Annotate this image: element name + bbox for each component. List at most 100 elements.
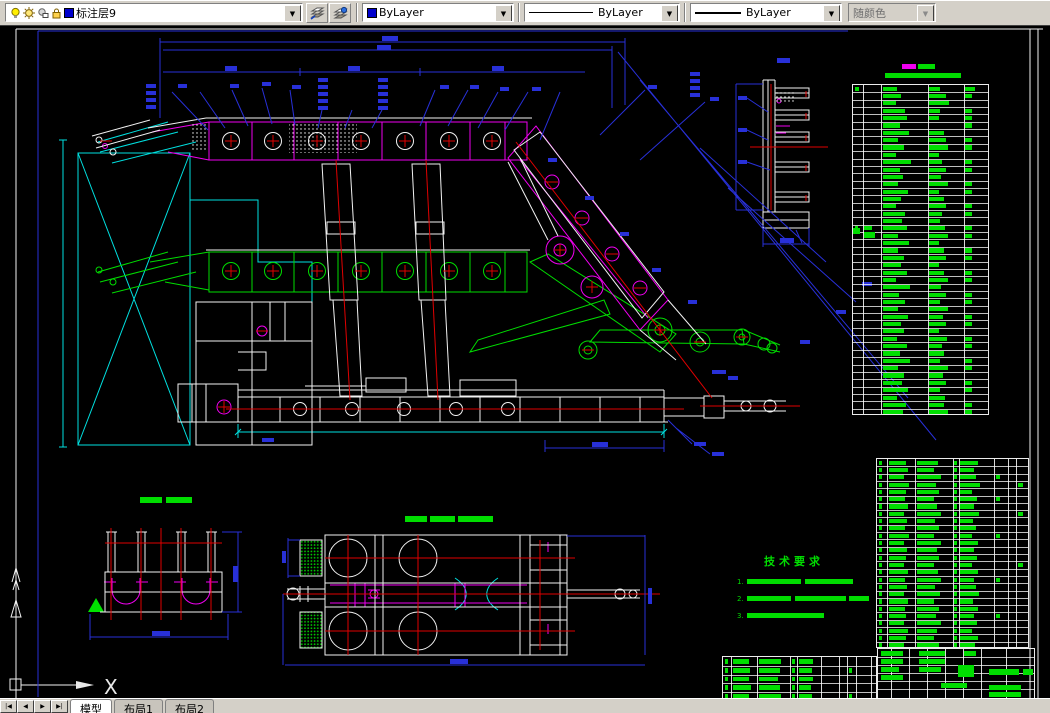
bom-cell-text [791,676,795,682]
layer-combo[interactable]: 标注层9 ▼ [5,3,303,22]
bom-cell-text [1017,511,1023,516]
tab-布局2[interactable]: 布局2 [165,699,214,713]
title-block-text [964,651,976,656]
layer-combo-arrow-icon[interactable]: ▼ [284,5,301,21]
bom-cell-text [916,555,940,560]
bom-cell-text [929,321,947,327]
bom-cell-text [882,116,908,121]
model-space-canvas[interactable]: X 技术要求 1. 2. 3. [0,0,1050,712]
ucs-x-arrowhead [76,681,94,689]
color-combo-arrow-icon[interactable]: ▼ [495,5,512,21]
bom-cell-text [916,526,939,531]
tech-requirement-text [747,613,824,618]
bom-cell-text [882,196,901,202]
bom-cell-text [882,380,902,385]
bom-cell-text [1017,562,1023,567]
bom-cell-text [791,667,795,673]
tab-nav-button-0[interactable]: |◀ [0,700,17,713]
bom-cell-text [965,167,973,172]
hatch-region [776,90,794,104]
bom-cell-text [882,344,908,349]
title-block-text [881,651,903,656]
bom-cell-text [798,658,814,664]
bom-cell-text [965,138,973,143]
green-hatch-block [300,612,322,648]
bom-cell-text [960,643,975,648]
tab-布局1[interactable]: 布局1 [114,699,163,713]
bom-cell-text [882,336,897,341]
bom-cell-text [878,533,883,538]
bom-cell-text [916,497,934,502]
bom-cell-text [954,504,957,509]
bom-cell-text [929,101,949,106]
bom-cell-text [954,599,957,604]
bom-cell-text [916,635,935,641]
linetype-combo[interactable]: ByLayer ▼ [524,3,680,22]
tab-nav-button-2[interactable]: ▶ [34,700,51,713]
bom-cell-text [929,152,939,157]
bylayer-color-swatch [367,7,377,18]
bom-cell-text [791,685,795,691]
bom-cell-text [1017,482,1023,487]
title-block-text [958,665,974,677]
bom-cell-text [878,540,883,546]
tab-nav-button-1[interactable]: ◀ [17,700,34,713]
drawing-label-text [853,228,860,234]
lineweight-combo-value: ByLayer [746,6,791,19]
bom-cell-text [882,86,897,91]
bom-cell-text [929,204,947,209]
bom-cell-text [882,101,896,106]
bom-cell-text [965,233,973,238]
green-hatch-block [300,540,322,576]
bom-cell-text [954,511,957,516]
bom-table-bottom-left [722,656,877,700]
bom-cell-text [929,270,945,275]
bom-cell-text [888,614,906,619]
bom-cell-text [960,555,977,560]
bom-cell-text [878,599,883,604]
title-block-text [941,683,967,688]
bom-cell-text [954,460,957,465]
lightbulb-icon [11,7,20,18]
bom-cell-text [878,519,883,524]
bom-cell-text [960,628,973,633]
bom-cell-text [888,489,906,494]
layer-color-swatch [64,7,74,18]
bom-cell-text [882,248,898,253]
bom-cell-text [916,482,936,487]
title-block-text [989,685,1021,690]
bom-cell-text [929,285,941,290]
bom-cell-text [916,504,938,509]
bom-cell-text [960,592,979,597]
layer-previous-button[interactable] [329,3,351,23]
bom-cell-text [954,555,957,560]
bom-cell-text [929,358,940,363]
tab-nav-button-3[interactable]: ▶| [51,700,68,713]
bom-cell-text [888,511,904,516]
bom-cell-text [916,577,942,582]
toolbar-separator [518,3,520,22]
bom-cell-text [882,233,899,238]
layers-dialog-button[interactable] [306,3,328,23]
bom-cell-text [929,138,946,143]
bom-cell-text [929,263,939,268]
lineweight-combo-arrow-icon[interactable]: ▼ [823,5,840,21]
bom-cell-text [929,130,944,135]
bom-cell-text [882,241,909,246]
linetype-combo-arrow-icon[interactable]: ▼ [661,5,678,21]
bom-cell-text [882,402,907,408]
bom-cell-text [995,533,1000,538]
bom-cell-text [960,548,975,553]
bom-cell-text [929,299,941,305]
bom-cell-text [732,676,749,682]
bom-cell-text [965,211,973,216]
bom-cell-text [965,160,973,165]
lineweight-combo[interactable]: ByLayer ▼ [690,3,842,22]
tab-模型[interactable]: 模型 [70,699,112,713]
bom-cell-text [929,93,947,99]
bom-cell-text [965,380,973,385]
bom-cell-text [960,482,980,487]
bom-cell-text [882,373,905,378]
color-combo[interactable]: ByLayer ▼ [362,3,514,22]
bom-cell-text [882,277,896,282]
